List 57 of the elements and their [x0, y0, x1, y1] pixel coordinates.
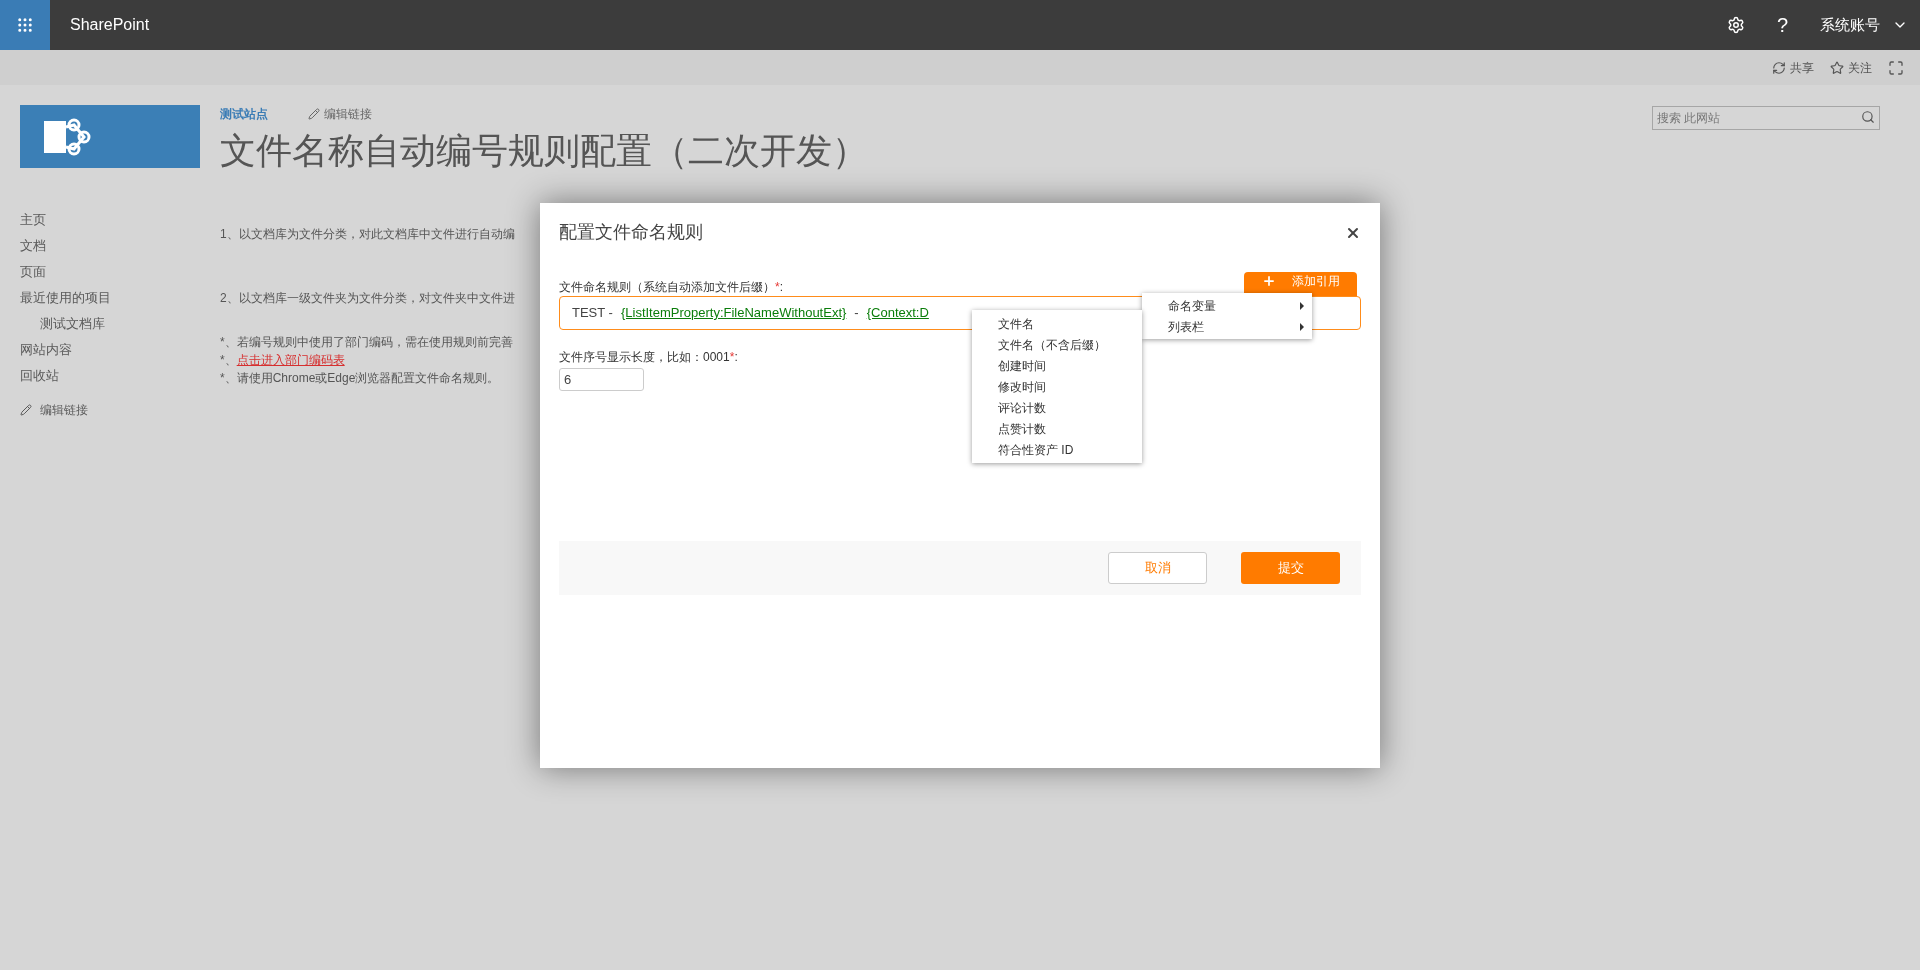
- nav-link[interactable]: 回收站: [20, 363, 220, 389]
- menu-item[interactable]: 符合性资产 ID: [972, 439, 1142, 460]
- menu-item[interactable]: 文件名（不含后缀）: [972, 334, 1142, 355]
- nav-link[interactable]: 页面: [20, 259, 220, 285]
- note-text: 2、以文档库一级文件夹为文件分类，对文件夹中文件进: [220, 290, 515, 307]
- help-button[interactable]: ?: [1776, 10, 1788, 40]
- label-colon: :: [734, 349, 738, 366]
- nav-link[interactable]: 文档: [20, 233, 220, 259]
- note-text: *、若编号规则中使用了部门编码，需在使用规则前完善: [220, 334, 514, 351]
- pencil-icon: [308, 108, 320, 120]
- page-title: 文件名称自动编号规则配置（二次开发）: [220, 129, 868, 173]
- rule-token: {Context:D: [866, 304, 929, 323]
- settings-icon[interactable]: [1726, 16, 1745, 34]
- submit-button[interactable]: 提交: [1241, 552, 1340, 584]
- nav-link[interactable]: 测试文档库: [20, 311, 220, 337]
- department-code-link[interactable]: 点击进入部门编码表: [236, 351, 345, 369]
- logo-icon: [44, 116, 92, 157]
- menu-item[interactable]: 命名变量: [1142, 295, 1312, 316]
- nav-link[interactable]: 最近使用的项目: [20, 285, 220, 311]
- note-text: *、: [220, 352, 237, 369]
- share-button[interactable]: 共享: [1772, 58, 1814, 77]
- menu-item[interactable]: 创建时间: [972, 355, 1142, 376]
- site-link[interactable]: 测试站点: [220, 105, 268, 123]
- app-launcher[interactable]: [0, 0, 50, 50]
- focus-icon: [1888, 59, 1904, 76]
- length-input[interactable]: 6: [559, 368, 644, 391]
- search-icon[interactable]: [1861, 110, 1875, 124]
- site-logo[interactable]: [20, 105, 200, 168]
- edit-links-link[interactable]: 编辑链接: [308, 105, 372, 123]
- note-text: *、请使用Chrome或Edge浏览器配置文件命名规则。: [220, 370, 501, 387]
- cancel-button[interactable]: 取消: [1108, 552, 1207, 584]
- focus-button[interactable]: [1888, 59, 1904, 76]
- search-field[interactable]: 搜索 此网站: [1652, 106, 1880, 130]
- rule-text: -: [854, 304, 859, 323]
- pencil-icon: [20, 404, 32, 416]
- menu-item[interactable]: 点赞计数: [972, 418, 1142, 439]
- note-text: 1、以文档库为文件分类，对此文档库中文件进行自动编: [220, 226, 515, 243]
- plus-icon: [1261, 274, 1276, 288]
- account-menu[interactable]: 系统账号: [1820, 13, 1908, 37]
- menu-item[interactable]: 评论计数: [972, 397, 1142, 418]
- add-reference-tab[interactable]: 添加引用: [1244, 272, 1357, 296]
- label-colon: :: [779, 279, 783, 296]
- rule-token: {ListItemProperty:FileNameWithoutExt}: [620, 304, 847, 323]
- field-label: 文件命名规则（系统自动添加文件后缀）: [559, 279, 775, 296]
- required-mark: *: [775, 279, 780, 296]
- brand-name[interactable]: SharePoint: [70, 13, 150, 37]
- menu-item[interactable]: 修改时间: [972, 376, 1142, 397]
- dialog-title: 配置文件命名规则: [559, 221, 703, 244]
- waffle-icon: [16, 16, 34, 34]
- field-label: 文件序号显示长度，比如：0001: [559, 349, 730, 366]
- nav-link[interactable]: 主页: [20, 207, 220, 233]
- follow-button[interactable]: 关注: [1830, 58, 1872, 77]
- rule-text: TEST -: [572, 304, 613, 323]
- edit-links-link[interactable]: 编辑链接: [20, 401, 220, 419]
- star-icon: [1830, 60, 1844, 75]
- share-icon: [1772, 60, 1786, 75]
- nav-link[interactable]: 网站内容: [20, 337, 220, 363]
